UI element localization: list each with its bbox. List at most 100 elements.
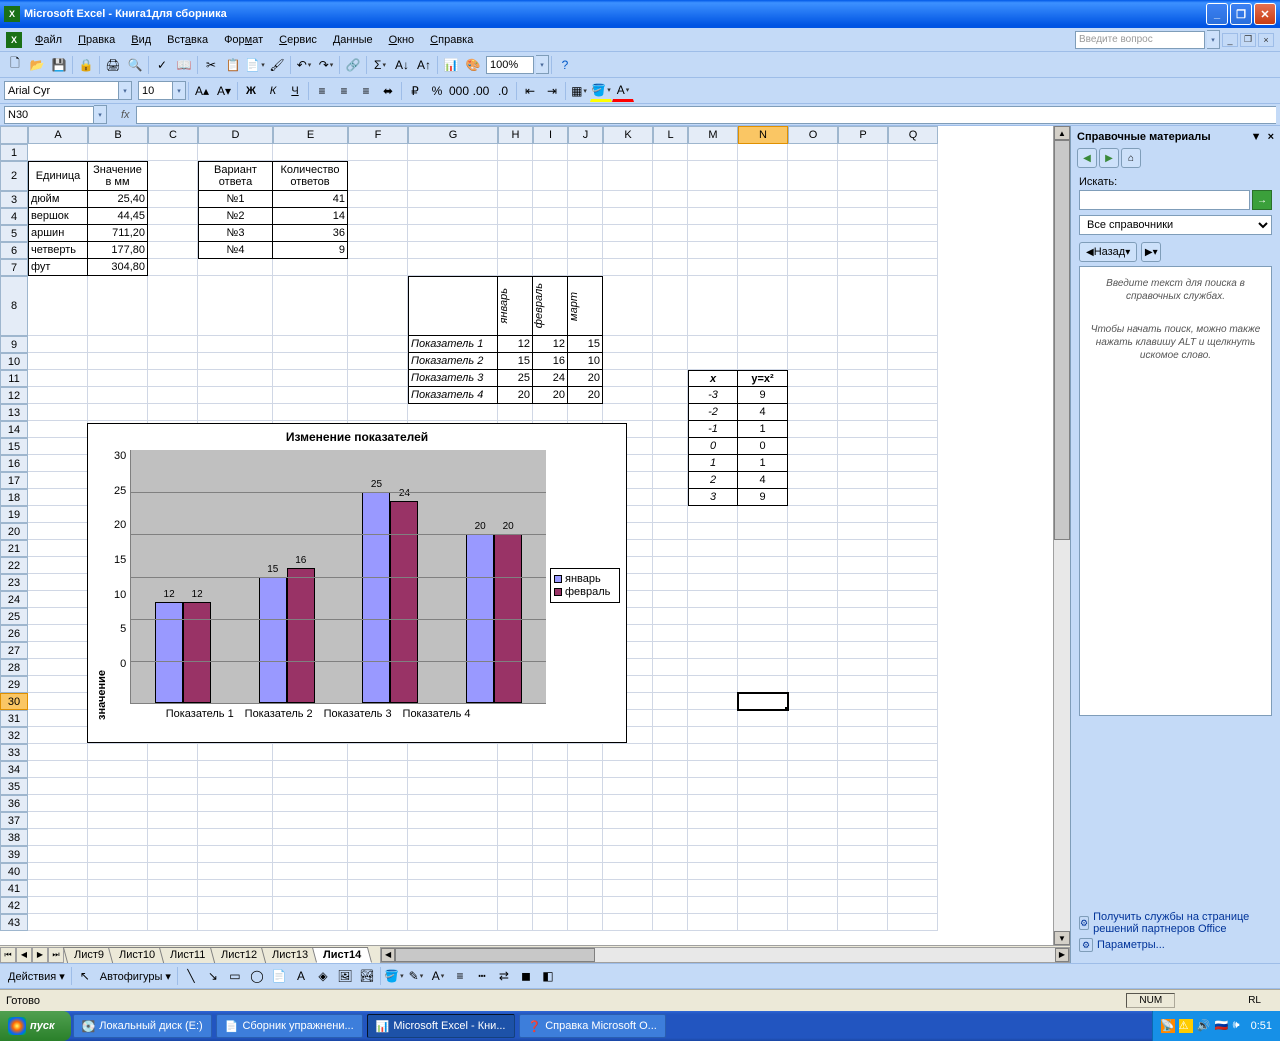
fill-color-draw-button[interactable]: 🪣 [383,965,405,987]
clipart-button[interactable]: 🖼 [334,965,356,987]
embedded-chart[interactable]: Изменение показателей значение 302520151… [87,423,627,743]
menu-window[interactable]: Окно [382,32,422,48]
font-name-box[interactable]: Arial Cyr [4,81,119,100]
start-button[interactable]: пуск [0,1011,71,1041]
autosum-button[interactable]: Σ [369,54,391,76]
row-header-17[interactable]: 17 [0,472,28,489]
scroll-left-button[interactable]: ◀ [381,948,395,962]
column-header-N[interactable]: N [738,126,788,144]
tray-rss-icon[interactable]: 📡 [1161,1019,1175,1033]
tray-volume-icon[interactable]: 🕪 [1233,1019,1247,1033]
minimize-button[interactable]: _ [1206,3,1228,25]
taskpane-source-select[interactable]: Все справочники [1079,215,1272,235]
row-header-32[interactable]: 32 [0,727,28,744]
sheet-tab-Лист10[interactable]: Лист10 [108,947,166,963]
column-header-Q[interactable]: Q [888,126,938,144]
menu-help[interactable]: Справка [423,32,480,48]
increase-font-button[interactable]: A▴ [191,80,213,102]
close-button[interactable]: ✕ [1254,3,1276,25]
increase-indent-button[interactable]: ⇥ [541,80,563,102]
taskbar-item-2[interactable]: 📊 Microsoft Excel - Кни... [367,1014,515,1038]
picture-button[interactable]: 🏞 [356,965,378,987]
row-header-24[interactable]: 24 [0,591,28,608]
row-header-26[interactable]: 26 [0,625,28,642]
tray-network-icon[interactable]: 🔊 [1197,1019,1211,1033]
row-header-2[interactable]: 2 [0,161,28,191]
column-header-B[interactable]: B [88,126,148,144]
drawing-button[interactable]: 🎨 [462,54,484,76]
fx-label[interactable]: fx [121,109,130,121]
taskpane-go-button[interactable]: → [1252,190,1272,210]
arrow-button[interactable]: ↘ [202,965,224,987]
row-header-18[interactable]: 18 [0,489,28,506]
mdi-minimize[interactable]: _ [1222,33,1238,47]
row-header-34[interactable]: 34 [0,761,28,778]
ask-dropdown[interactable]: ▾ [1207,30,1220,49]
column-header-G[interactable]: G [408,126,498,144]
currency-button[interactable]: ₽ [404,80,426,102]
row-header-41[interactable]: 41 [0,880,28,897]
scroll-right-button[interactable]: ▶ [1055,948,1069,962]
diagram-button[interactable]: ◈ [312,965,334,987]
row-header-10[interactable]: 10 [0,353,28,370]
row-header-7[interactable]: 7 [0,259,28,276]
help-button[interactable]: ? [554,54,576,76]
decrease-indent-button[interactable]: ⇤ [519,80,541,102]
taskpane-dropdown-icon[interactable]: ▼ [1251,131,1262,143]
font-color-draw-button[interactable]: A [427,965,449,987]
align-right-button[interactable]: ≡ [355,80,377,102]
dash-style-button[interactable]: ┅ [471,965,493,987]
row-header-23[interactable]: 23 [0,574,28,591]
maximize-button[interactable]: ❐ [1230,3,1252,25]
select-objects-button[interactable]: ↖ [74,965,96,987]
tab-prev-button[interactable]: ◀ [16,947,32,963]
column-header-A[interactable]: A [28,126,88,144]
percent-button[interactable]: % [426,80,448,102]
row-header-15[interactable]: 15 [0,438,28,455]
save-button[interactable]: 💾 [48,54,70,76]
bold-button[interactable]: Ж [240,80,262,102]
row-header-14[interactable]: 14 [0,421,28,438]
ask-question-box[interactable] [1075,31,1205,49]
research-button[interactable]: 📖 [173,54,195,76]
taskbar-item-1[interactable]: 📄 Сборник упражнени... [216,1014,363,1038]
open-button[interactable]: 📂 [26,54,48,76]
column-header-D[interactable]: D [198,126,273,144]
align-center-button[interactable]: ≡ [333,80,355,102]
taskbar-item-3[interactable]: ❓ Справка Microsoft O... [519,1014,666,1038]
menu-insert[interactable]: Вставка [160,32,215,48]
row-header-36[interactable]: 36 [0,795,28,812]
arrow-style-button[interactable]: ⇄ [493,965,515,987]
row-header-20[interactable]: 20 [0,523,28,540]
row-header-28[interactable]: 28 [0,659,28,676]
column-header-E[interactable]: E [273,126,348,144]
line-color-button[interactable]: ✎ [405,965,427,987]
increase-decimal-button[interactable]: .00 [470,80,492,102]
row-header-42[interactable]: 42 [0,897,28,914]
line-button[interactable]: ╲ [180,965,202,987]
menu-tools[interactable]: Сервис [272,32,324,48]
row-header-37[interactable]: 37 [0,812,28,829]
column-header-O[interactable]: O [788,126,838,144]
font-size-dropdown[interactable]: ▾ [173,81,186,100]
menu-file[interactable]: Файл [28,32,69,48]
oval-button[interactable]: ◯ [246,965,268,987]
font-name-dropdown[interactable]: ▾ [119,81,132,100]
row-header-9[interactable]: 9 [0,336,28,353]
taskpane-options-link[interactable]: ⚙ Параметры... [1079,938,1272,952]
vertical-scrollbar[interactable]: ▲ ▼ [1053,126,1070,945]
row-header-1[interactable]: 1 [0,144,28,161]
vscroll-thumb[interactable] [1054,140,1070,540]
row-header-30[interactable]: 30 [0,693,28,710]
copy-button[interactable]: 📋 [222,54,244,76]
menu-format[interactable]: Формат [217,32,270,48]
column-header-J[interactable]: J [568,126,603,144]
row-header-33[interactable]: 33 [0,744,28,761]
taskpane-back-button[interactable]: ◀ Назад ▾ [1079,242,1137,262]
row-header-16[interactable]: 16 [0,455,28,472]
column-header-H[interactable]: H [498,126,533,144]
sort-desc-button[interactable]: A↑ [413,54,435,76]
hyperlink-button[interactable]: 🔗 [342,54,364,76]
row-header-13[interactable]: 13 [0,404,28,421]
formula-input[interactable] [136,106,1276,124]
